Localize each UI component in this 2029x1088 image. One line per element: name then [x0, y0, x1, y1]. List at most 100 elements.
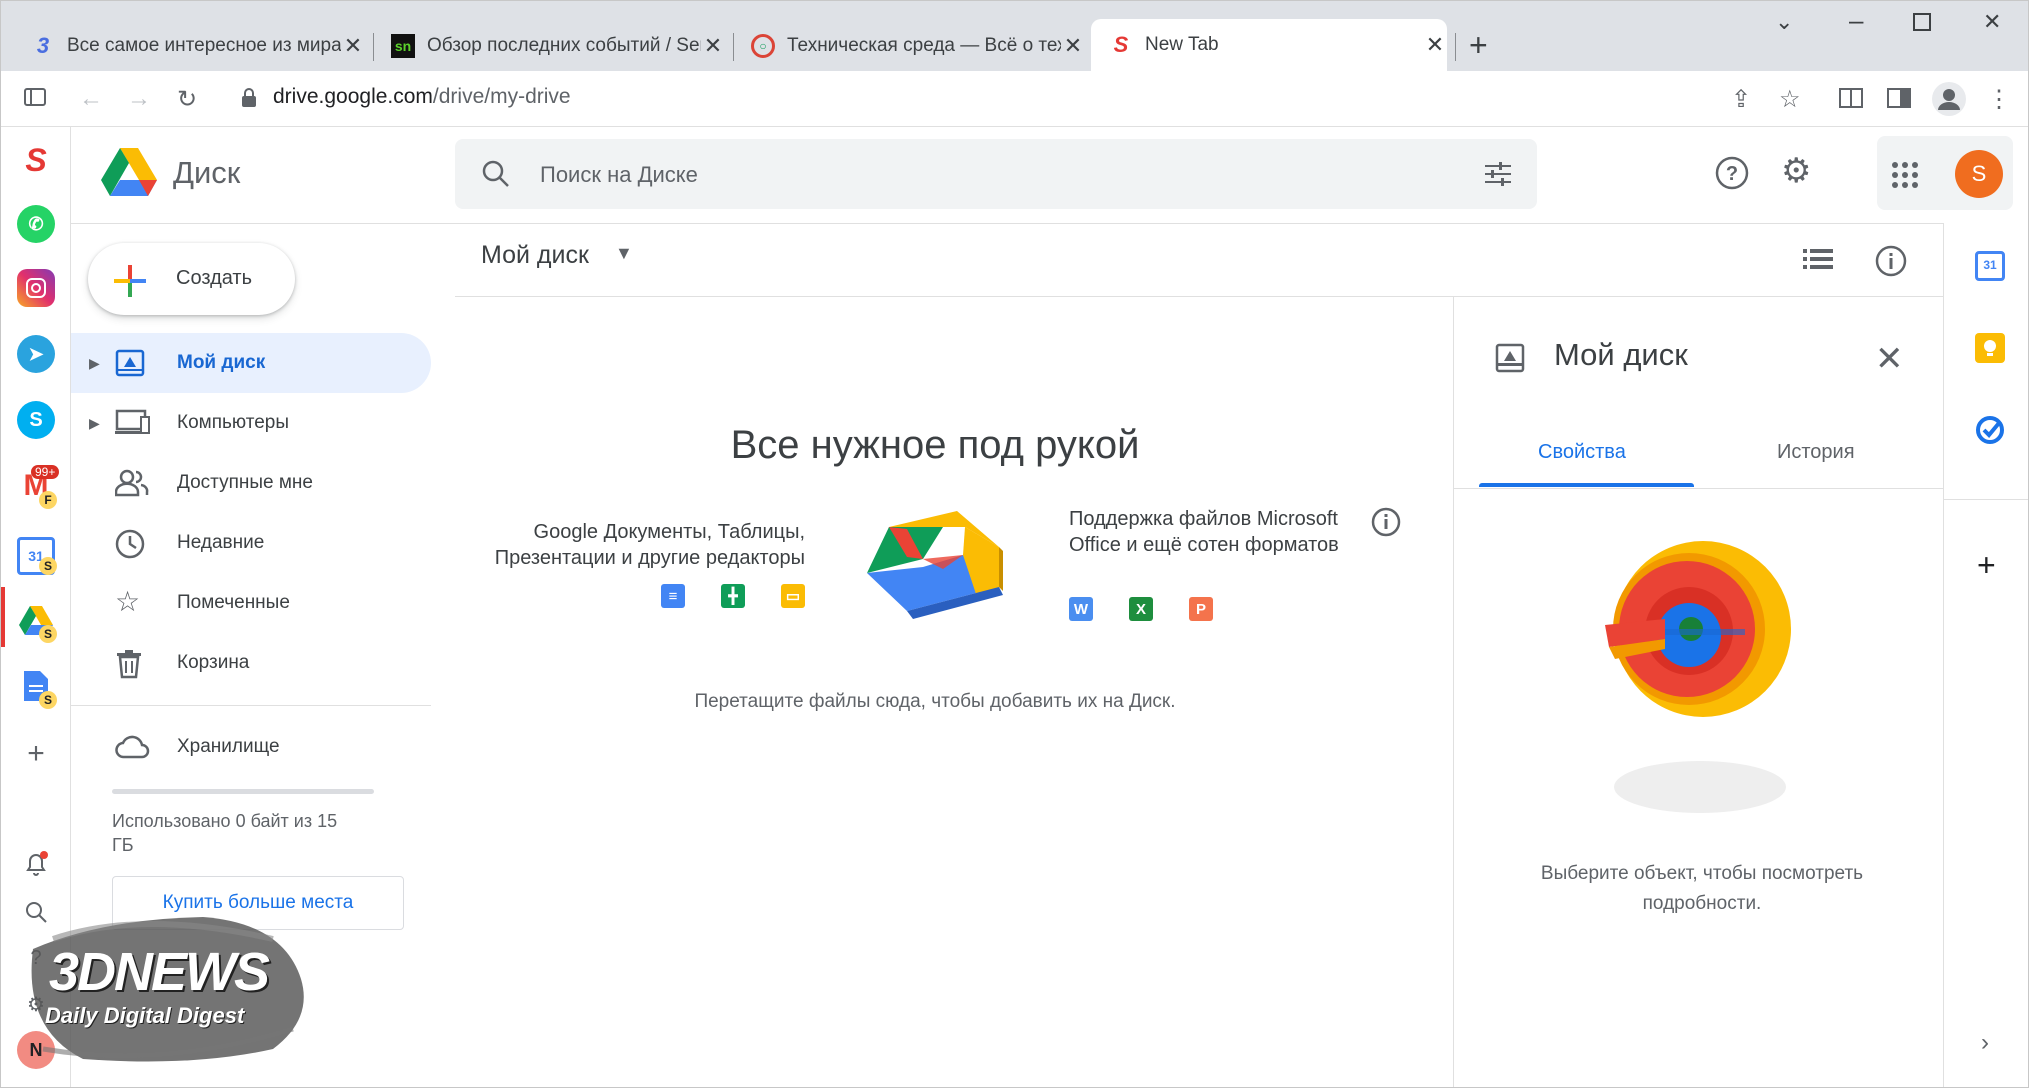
- close-window-icon[interactable]: ✕: [1983, 9, 2001, 35]
- new-tab-plus-icon[interactable]: +: [1469, 27, 1488, 64]
- nav-item-shared[interactable]: Доступные мне: [71, 453, 431, 513]
- header-divider: [71, 223, 1943, 224]
- account-avatar[interactable]: S: [1955, 150, 2003, 198]
- nav-divider: [71, 705, 431, 706]
- drive-logo-icon[interactable]: [101, 147, 157, 202]
- trash-icon: [115, 649, 143, 684]
- search-icon[interactable]: [481, 159, 511, 194]
- gmail-count-badge: 99+: [31, 465, 60, 479]
- drive-3d-illustration: [867, 507, 1003, 630]
- menu-kebab-icon[interactable]: ⋮: [1987, 85, 2011, 114]
- tab-title: Техническая среда — Всё о техн: [787, 35, 1061, 56]
- bookmark-star-icon[interactable]: ☆: [1779, 85, 1801, 114]
- breadcrumb-dropdown-icon[interactable]: ▼: [615, 243, 633, 264]
- whatsapp-icon[interactable]: ✆: [17, 205, 55, 243]
- details-empty-message: Выберите объект, чтобы посмотреть подроб…: [1540, 863, 1864, 914]
- calendar-addon-icon[interactable]: 31: [1975, 251, 2005, 281]
- back-arrow-icon[interactable]: ←: [79, 85, 103, 113]
- support-help-icon[interactable]: ?: [1715, 156, 1749, 195]
- list-view-icon[interactable]: [1803, 247, 1833, 276]
- browser-tab-active[interactable]: S New Tab ✕: [1091, 19, 1447, 71]
- browser-tab[interactable]: sn Обзор последних событий / Ser ✕: [373, 21, 725, 71]
- nav-item-storage[interactable]: Хранилище: [71, 717, 431, 777]
- search-filters-icon[interactable]: [1483, 159, 1513, 194]
- close-tab-icon[interactable]: ✕: [1061, 33, 1085, 59]
- side-panel-icon[interactable]: [23, 85, 47, 116]
- split-view-icon[interactable]: [1887, 87, 1911, 116]
- forward-arrow-icon[interactable]: →: [127, 85, 151, 113]
- expand-panel-chevron-icon[interactable]: ›: [1981, 1029, 1989, 1057]
- close-tab-icon[interactable]: ✕: [701, 33, 725, 59]
- keep-addon-icon[interactable]: [1975, 333, 2005, 363]
- nav-label: Недавние: [177, 532, 265, 553]
- shared-people-icon: [114, 469, 149, 502]
- profile-icon[interactable]: [1931, 81, 1967, 124]
- search-bar[interactable]: Поиск на Диске: [455, 139, 1537, 209]
- account-f-badge: F: [39, 491, 57, 509]
- minimize-icon[interactable]: –: [1849, 5, 1863, 36]
- nav-item-my-drive[interactable]: ▶ Мой диск: [71, 333, 431, 393]
- my-drive-icon: [1495, 343, 1525, 378]
- feature-office-text: Поддержка файлов Microsoft Office и ещё …: [1069, 508, 1339, 556]
- feature-editors-text: Google Документы, Таблицы, Презентации и…: [494, 521, 805, 569]
- reload-icon[interactable]: ↻: [177, 85, 197, 114]
- drive-logo-text[interactable]: Диск: [173, 155, 240, 191]
- sheets-icon: ╋: [721, 584, 745, 608]
- url-host: drive.google.com: [273, 85, 433, 108]
- word-icon: W: [1069, 597, 1093, 621]
- nav-item-starred[interactable]: ☆ Помеченные: [71, 573, 431, 633]
- address-bar[interactable]: drive.google.com/drive/my-drive: [273, 85, 571, 109]
- active-tab-underline: [1479, 483, 1694, 487]
- create-button[interactable]: Создать: [88, 243, 295, 315]
- search-input[interactable]: Поиск на Диске: [540, 162, 698, 188]
- empty-state-title: Все нужное под рукой: [730, 423, 1140, 467]
- excel-icon: X: [1129, 597, 1153, 621]
- skype-icon[interactable]: S: [17, 401, 55, 439]
- docs-icon: ≡: [661, 584, 685, 608]
- close-tab-icon[interactable]: ✕: [1423, 32, 1447, 58]
- get-addons-plus-icon[interactable]: +: [1977, 547, 1996, 584]
- lock-icon[interactable]: [241, 87, 257, 115]
- 3dnews-watermark-logo: 3DNEWS Daily Digital Digest: [23, 909, 313, 1069]
- addons-divider: [1943, 499, 2028, 500]
- browser-window: 3 Все самое интересное из мира ✕ sn Обзо…: [0, 0, 2029, 1088]
- browser-tab[interactable]: 3 Все самое интересное из мира ✕: [13, 21, 365, 71]
- tabs-divider: [1453, 488, 1943, 489]
- nav-item-recent[interactable]: Недавние: [71, 513, 431, 573]
- add-app-plus-icon[interactable]: +: [17, 735, 55, 773]
- instagram-icon[interactable]: [17, 269, 55, 307]
- tab-search-chevron-icon[interactable]: ⌄: [1775, 9, 1793, 35]
- nav-item-trash[interactable]: Корзина: [71, 633, 431, 693]
- close-tab-icon[interactable]: ✕: [341, 33, 365, 59]
- tab-title: Обзор последних событий / Ser: [427, 35, 701, 56]
- share-icon[interactable]: ⇪: [1731, 85, 1751, 114]
- tab-favicon-icon: sn: [391, 34, 415, 58]
- breadcrumb[interactable]: Мой диск: [481, 241, 589, 270]
- tasks-addon-icon[interactable]: [1975, 415, 2005, 445]
- s-app-icon[interactable]: S: [17, 141, 55, 179]
- details-title: Мой диск: [1554, 337, 1688, 372]
- browser-toolbar: ← → ↻ drive.google.com/drive/my-drive ⇪ …: [1, 71, 2028, 127]
- empty-details-illustration: [1605, 535, 1795, 830]
- google-apps-grid-icon[interactable]: [1891, 161, 1919, 194]
- cloud-icon: [115, 733, 151, 764]
- settings-gear-icon[interactable]: ⚙: [1781, 151, 1811, 191]
- nav-item-computers[interactable]: ▶ Компьютеры: [71, 393, 431, 453]
- close-details-icon[interactable]: ✕: [1875, 339, 1904, 379]
- reading-mode-icon[interactable]: [1839, 87, 1863, 116]
- view-details-info-icon[interactable]: [1875, 245, 1907, 282]
- notifications-bell-icon[interactable]: [17, 845, 55, 883]
- expand-arrow-icon[interactable]: ▶: [89, 355, 100, 372]
- tab-properties[interactable]: Свойства: [1538, 441, 1626, 464]
- tab-history[interactable]: История: [1777, 441, 1855, 464]
- slides-icon: ▭: [781, 584, 805, 608]
- telegram-icon[interactable]: ➤: [17, 335, 55, 373]
- tab-favicon-icon: ○: [751, 34, 775, 58]
- clock-icon: [115, 529, 145, 564]
- info-icon[interactable]: [1371, 507, 1401, 542]
- browser-tab[interactable]: ○ Техническая среда — Всё о техн ✕: [733, 21, 1085, 71]
- url-path: /drive/my-drive: [432, 85, 571, 108]
- storage-progress-bar: [112, 789, 374, 794]
- expand-arrow-icon[interactable]: ▶: [89, 415, 100, 432]
- maximize-icon[interactable]: [1913, 11, 1931, 37]
